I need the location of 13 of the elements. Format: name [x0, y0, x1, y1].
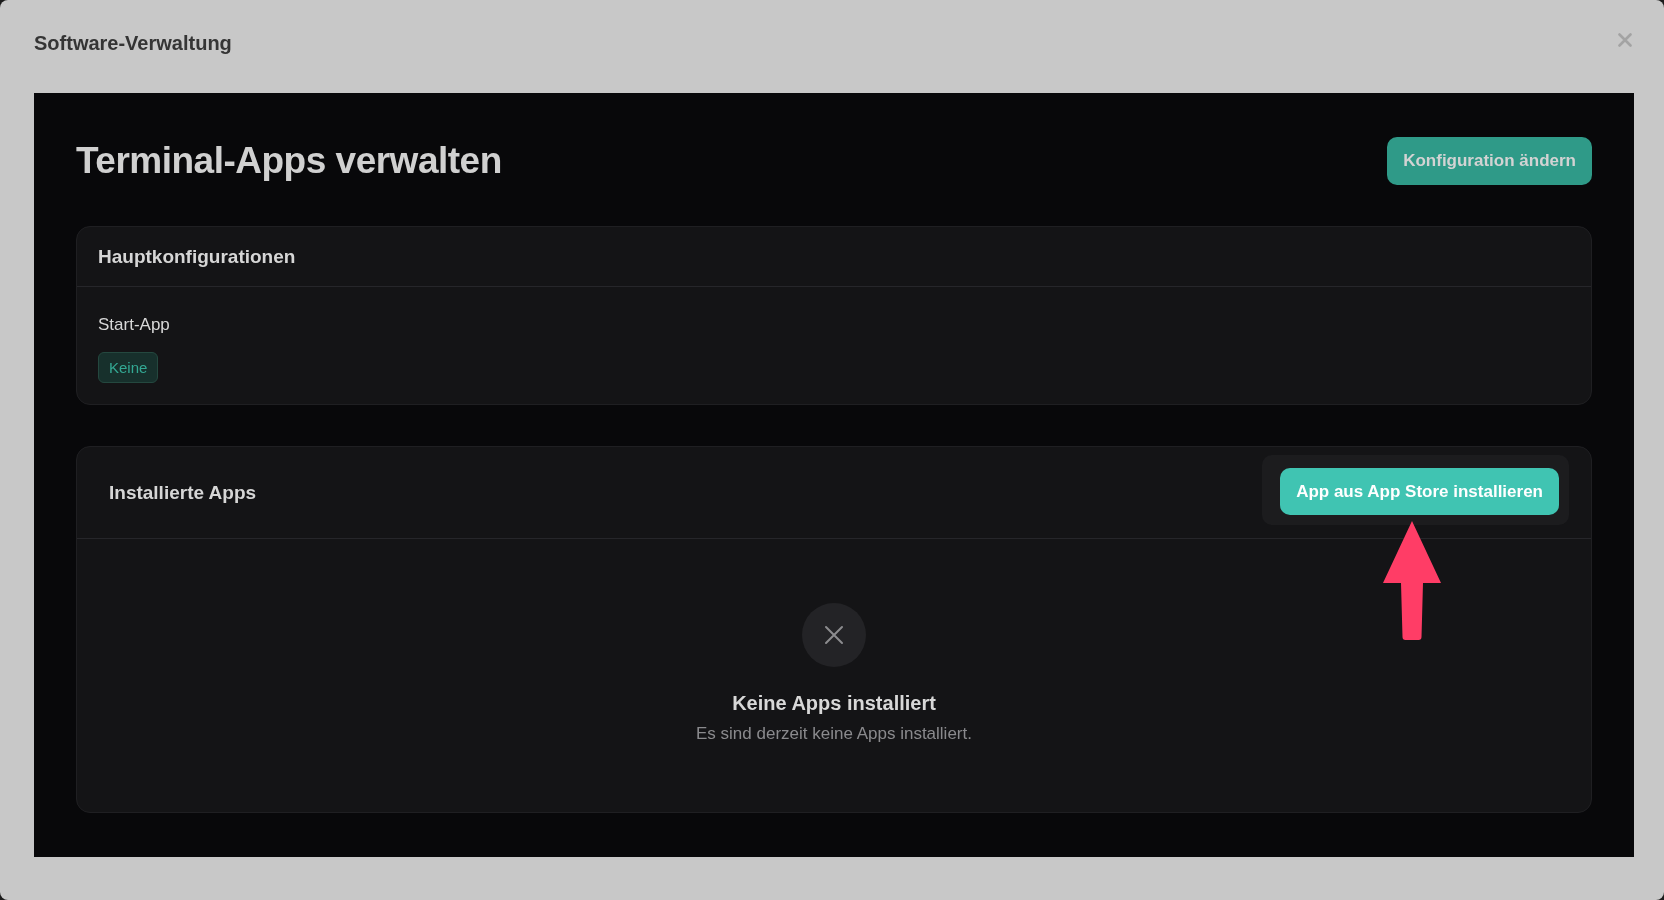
empty-state-message: Es sind derzeit keine Apps installiert.: [696, 724, 972, 744]
change-configuration-button[interactable]: Konfiguration ändern: [1387, 137, 1592, 185]
install-app-button[interactable]: App aus App Store installieren: [1280, 468, 1559, 515]
card-title: Installierte Apps: [109, 481, 257, 504]
x-circle-icon: [802, 603, 866, 667]
close-icon[interactable]: [1618, 32, 1632, 47]
dialog-title: Software-Verwaltung: [34, 32, 232, 55]
annotation-arrow-icon: [1383, 521, 1441, 640]
page-heading: Terminal-Apps verwalten: [76, 140, 502, 182]
value-badge: Keine: [98, 352, 159, 383]
empty-state-title: Keine Apps installiert: [732, 692, 936, 715]
field-label: Start-App: [98, 314, 170, 336]
card-title: Hauptkonfigurationen: [98, 245, 296, 268]
